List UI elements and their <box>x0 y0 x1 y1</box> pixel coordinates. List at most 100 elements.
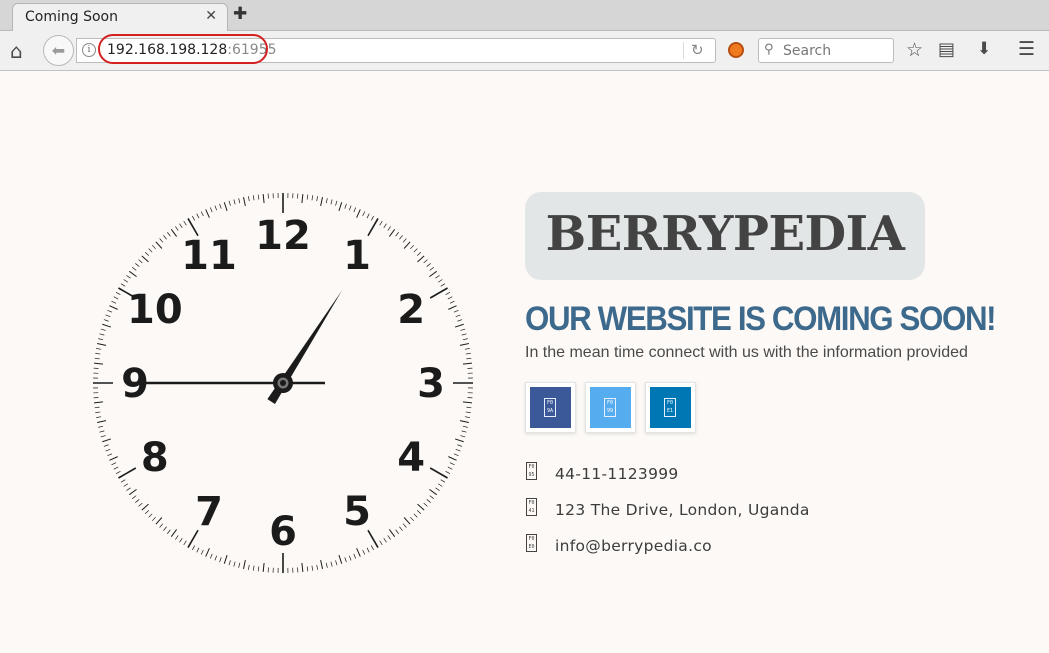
info-icon[interactable]: i <box>82 43 96 57</box>
menu-icon[interactable]: ☰ <box>1018 40 1035 59</box>
clock-tick <box>429 267 434 271</box>
twitter-tile: F0 99 <box>590 387 631 428</box>
clock-numeral-11: 11 <box>181 233 237 279</box>
clock-tick <box>228 560 231 566</box>
clock-tick <box>429 488 438 496</box>
clock-tick <box>417 255 425 263</box>
facebook-button[interactable]: F0 9A <box>525 382 576 433</box>
clock-tick <box>205 548 210 557</box>
clock-tick <box>144 510 150 515</box>
clock-tick <box>306 566 309 572</box>
clock-tick <box>214 555 218 561</box>
clock-tick <box>402 523 407 528</box>
clock-tick <box>113 296 119 300</box>
envelope-icon: F0 E0 <box>526 534 537 552</box>
clock-tick <box>95 352 101 355</box>
clock-tick <box>115 292 121 296</box>
search-input[interactable]: ⚲ Search <box>758 38 894 63</box>
search-placeholder: Search <box>783 43 832 59</box>
clock-tick <box>262 562 265 573</box>
clock-tick <box>379 220 383 226</box>
clock-tick <box>100 328 106 331</box>
clock-tick <box>99 333 105 336</box>
clock-tick <box>113 466 119 470</box>
clock-tick <box>107 309 113 313</box>
search-icon: ⚲ <box>764 42 774 57</box>
clock-tick <box>429 467 448 479</box>
clock-tick <box>102 323 112 328</box>
clock-tick <box>192 545 196 551</box>
clock-tick <box>196 547 200 553</box>
clock-tick <box>107 453 113 457</box>
clock-tick <box>94 406 100 409</box>
clock-tick <box>459 420 469 423</box>
clock-tick <box>163 235 167 240</box>
clock-tick <box>209 553 213 559</box>
extension-icon[interactable] <box>728 42 744 58</box>
clock-tick <box>426 499 431 503</box>
clock-tick <box>238 562 241 568</box>
reload-icon[interactable]: ↻ <box>691 41 704 59</box>
clock-tick <box>111 300 117 304</box>
tab-coming-soon[interactable]: Coming Soon ✕ <box>12 3 228 32</box>
home-icon[interactable]: ⌂ <box>10 41 23 61</box>
clock-tick <box>454 323 464 328</box>
clock-tick <box>344 557 347 563</box>
clock-tick <box>167 232 171 237</box>
clock-tick <box>257 566 260 572</box>
clock-tick <box>435 487 440 491</box>
clock-tick <box>214 205 218 211</box>
linkedin-button[interactable]: F0 E1 <box>645 382 696 433</box>
clock-tick <box>115 470 121 474</box>
clock-tick <box>126 275 131 279</box>
clock-tick <box>448 305 457 310</box>
clock-tick <box>159 238 164 243</box>
clock-numeral-4: 4 <box>397 435 425 481</box>
bookmark-star-icon[interactable]: ☆ <box>906 41 923 60</box>
clock-numeral-2: 2 <box>397 287 425 333</box>
clock-tick <box>330 199 333 205</box>
clock-tick <box>93 362 104 365</box>
tab-close-icon[interactable]: ✕ <box>205 8 217 24</box>
clock-tick <box>457 319 463 322</box>
clock-center-dot <box>280 380 286 386</box>
clock-tick <box>196 213 200 219</box>
clock-tick <box>462 401 473 404</box>
clock-tick <box>257 194 260 200</box>
download-icon[interactable]: ⬇ <box>977 41 991 58</box>
clock-numeral-10: 10 <box>127 287 183 333</box>
clock-tick <box>399 235 403 240</box>
clock-numeral-1: 1 <box>343 233 371 279</box>
clock-tick <box>248 196 250 202</box>
clock-numeral-8: 8 <box>141 435 169 481</box>
contact-email[interactable]: info@berrypedia.co <box>555 537 712 555</box>
clock-tick <box>379 540 383 546</box>
clock-tick <box>348 555 352 561</box>
clock-tick <box>325 562 328 568</box>
clock-tick <box>183 220 187 226</box>
clock-numeral-7: 7 <box>195 489 223 535</box>
clock-numeral-5: 5 <box>343 489 371 535</box>
clock-numeral-12: 12 <box>255 213 311 259</box>
clock-tick <box>370 215 374 221</box>
clock-tick <box>325 198 328 204</box>
clock-tick <box>454 438 464 443</box>
clock-tick <box>200 549 204 555</box>
clock-tick <box>466 357 472 360</box>
back-button[interactable]: ⬅ <box>43 35 74 66</box>
clock-tick <box>387 535 391 540</box>
clock-tick <box>238 198 241 204</box>
clock-tick <box>228 200 231 206</box>
reading-list-icon[interactable]: ▤ <box>938 41 955 59</box>
new-tab-icon[interactable]: ✚ <box>233 4 247 24</box>
clock-tick <box>102 438 112 443</box>
twitter-icon: F0 99 <box>604 398 616 417</box>
twitter-button[interactable]: F0 99 <box>585 382 636 433</box>
clock-tick <box>99 430 105 433</box>
clock-tick <box>429 495 434 499</box>
clock-tick <box>97 420 107 423</box>
clock-tick <box>465 352 471 355</box>
clock-tick <box>356 548 361 557</box>
clock-tick <box>448 456 457 461</box>
clock-tick <box>223 554 228 564</box>
